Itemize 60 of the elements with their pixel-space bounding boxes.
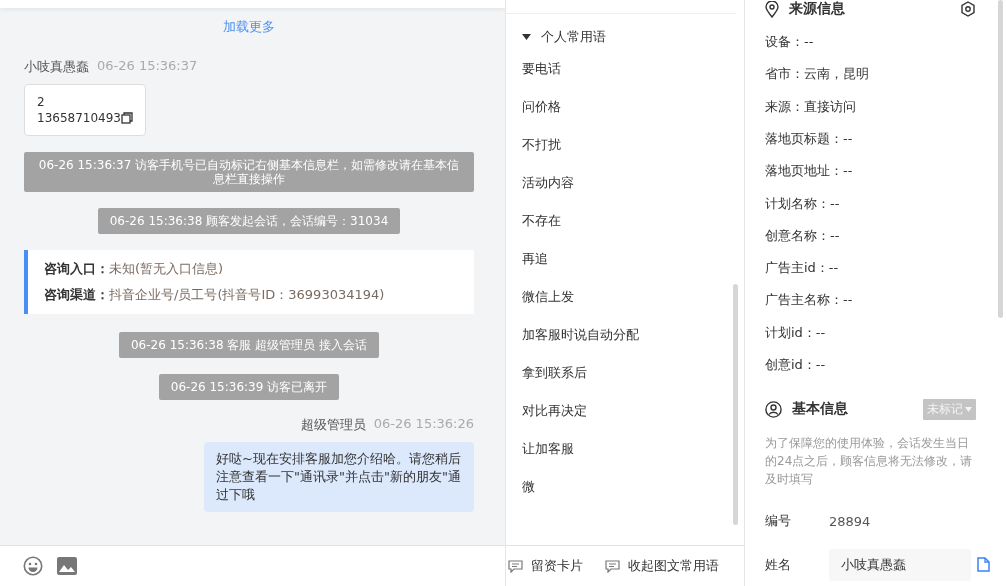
message-time: 06-26 15:36:37 — [97, 58, 198, 75]
field-value: 28894 — [829, 513, 871, 529]
phrase-item[interactable]: 问价格 — [522, 98, 733, 136]
entry-value: 未知(暂无入口信息) — [109, 261, 224, 276]
phrase-item[interactable]: 要电话 — [522, 60, 733, 98]
phrase-item[interactable]: 活动内容 — [522, 174, 733, 212]
source-field: 计划名称：-- — [765, 187, 998, 220]
caret-icon — [965, 406, 972, 412]
phrase-item[interactable]: 让加客服 — [522, 440, 733, 478]
system-notice: 06-26 15:36:39 访客已离开 — [158, 374, 340, 400]
source-field: 落地页标题：-- — [765, 122, 998, 156]
message-text: 2 — [37, 95, 46, 109]
section-title: 基本信息 — [792, 400, 848, 419]
source-field: 广告主名称：-- — [765, 284, 998, 317]
system-notice: 06-26 15:36:37 访客手机号已自动标记右侧基本信息栏，如需修改请在基本信息栏直接操作 — [24, 152, 474, 192]
name-input[interactable]: 小吱真愚蠢 — [829, 548, 971, 581]
source-field: 落地页地址：-- — [765, 155, 998, 188]
entry-value: 抖音企业号/员工号(抖音号ID：36993034194) — [109, 287, 385, 302]
phrase-item[interactable]: 微 — [522, 478, 733, 516]
chat-card-icon — [508, 559, 523, 573]
phone-number: 13658710493 — [37, 111, 121, 125]
source-field: 设备：-- — [765, 25, 998, 59]
footer-button[interactable]: 收起图文常用语 — [605, 557, 719, 575]
source-field: 广告主id：-- — [765, 252, 998, 285]
field-label: 姓名 — [765, 555, 792, 574]
sender-name: 小吱真愚蠢 — [24, 58, 89, 76]
settings-icon[interactable] — [960, 1, 976, 17]
copy-icon[interactable] — [121, 112, 133, 124]
footer-button[interactable]: 留资卡片 — [508, 557, 583, 575]
source-field: 创意id：-- — [765, 348, 998, 382]
phrase-item[interactable]: 对比再决定 — [522, 402, 733, 440]
source-field: 创意名称：-- — [765, 219, 998, 252]
emoji-icon[interactable] — [23, 556, 43, 576]
message-time: 06-26 15:36:26 — [373, 416, 474, 433]
chat-card-icon — [605, 559, 620, 573]
location-pin-icon — [765, 0, 779, 18]
user-icon — [765, 400, 782, 418]
scrollbar-thumb[interactable] — [998, 0, 1003, 318]
notice-text: 为了保障您的使用体验，会话发生当日的24点之后，顾客信息将无法修改，请及时填写 — [765, 434, 974, 488]
source-field: 省市：云南，昆明 — [765, 58, 998, 91]
image-icon[interactable] — [57, 557, 77, 575]
source-field: 计划id：-- — [765, 316, 998, 349]
phrase-item[interactable]: 不打扰 — [522, 136, 733, 174]
system-notice: 06-26 15:36:38 顾客发起会话，会话编号：31034 — [97, 208, 401, 234]
phrase-item[interactable]: 微信上发 — [522, 288, 733, 326]
source-field: 来源：直接访问 — [765, 90, 998, 123]
phrase-item[interactable]: 不存在 — [522, 212, 733, 250]
phrase-item[interactable]: 再追 — [522, 250, 733, 288]
field-label: 编号 — [765, 512, 792, 531]
entry-label: 咨询入口： — [44, 261, 109, 276]
scrollbar-thumb[interactable] — [733, 284, 738, 525]
phrase-item[interactable]: 拿到联系后 — [522, 364, 733, 402]
phrase-group-header[interactable]: 个人常用语 — [522, 28, 733, 46]
phrase-item[interactable]: 加客服时说自动分配 — [522, 326, 733, 364]
caret-icon — [522, 34, 531, 40]
entry-label: 咨询渠道： — [44, 287, 109, 302]
system-notice: 06-26 15:36:38 客服 超级管理员 接入会话 — [119, 332, 379, 358]
message-bubble: 好哒~现在安排客服加您介绍哈。请您稍后注意查看一下"通讯录"并点击"新的朋友"通过下哦 — [204, 442, 474, 512]
sender-name: 超级管理员 — [300, 416, 366, 434]
section-title: 来源信息 — [789, 0, 845, 18]
